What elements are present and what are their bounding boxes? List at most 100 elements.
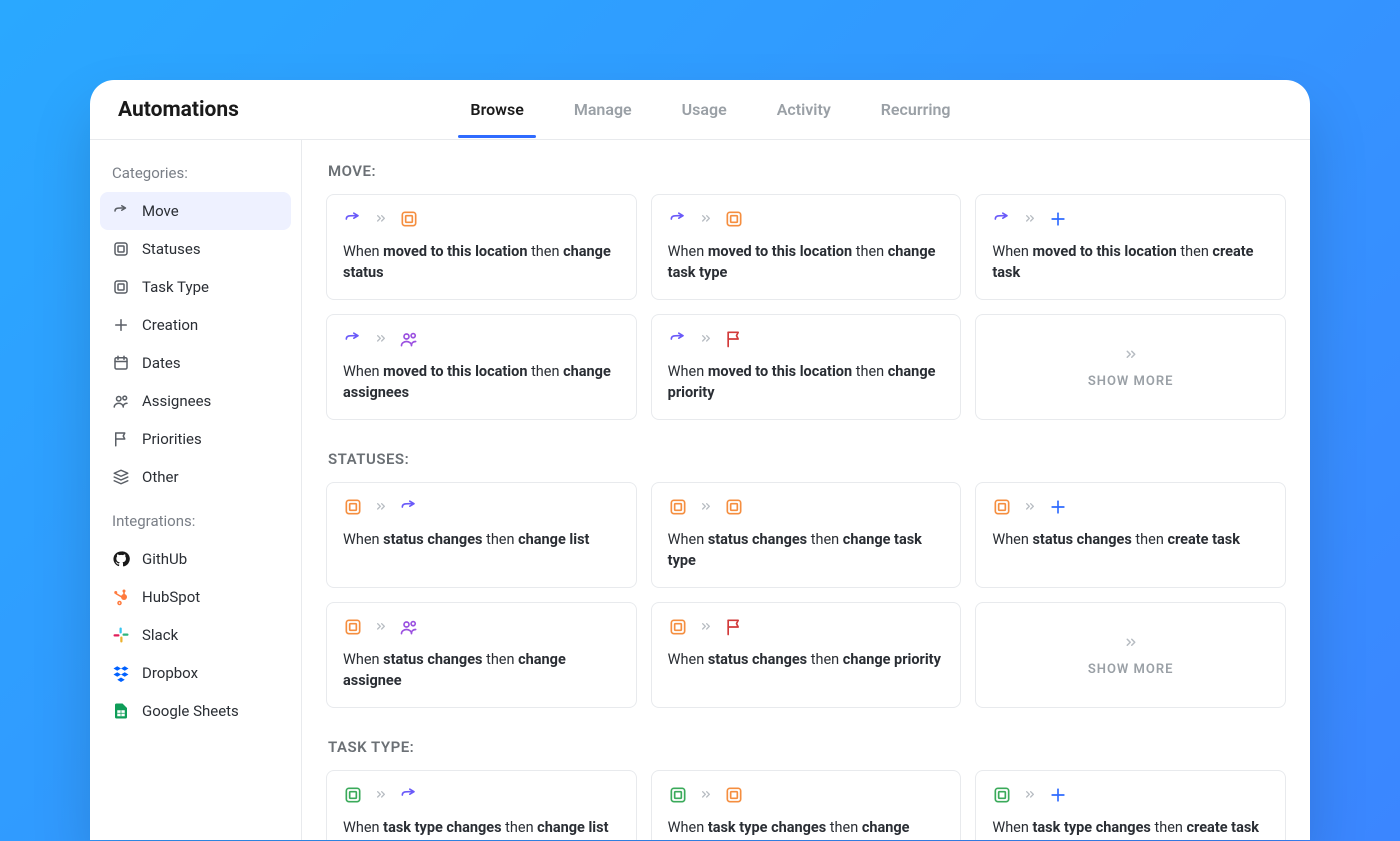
card-grid: When moved to this location then change … — [326, 194, 1286, 420]
sidebar-category-task-type[interactable]: Task Type — [100, 268, 291, 306]
automation-card[interactable]: When moved to this location then change … — [651, 194, 962, 300]
card-icons — [343, 209, 620, 229]
sidebar-category-creation[interactable]: Creation — [100, 306, 291, 344]
sidebar-integration-slack[interactable]: Slack — [100, 616, 291, 654]
sidebar-item-label: Dates — [142, 354, 181, 372]
stack-icon — [112, 468, 130, 486]
body: Categories: MoveStatusesTask TypeCreatio… — [90, 140, 1310, 840]
card-description: When moved to this location then change … — [343, 361, 620, 403]
tab-manage[interactable]: Manage — [570, 82, 636, 137]
sidebar-category-priorities[interactable]: Priorities — [100, 420, 291, 458]
share-icon — [112, 202, 130, 220]
automation-card[interactable]: When moved to this location then change … — [326, 314, 637, 420]
tab-browse[interactable]: Browse — [466, 82, 527, 137]
flag-icon — [112, 430, 130, 448]
sidebar-item-label: Creation — [142, 316, 198, 334]
status-orange-icon — [399, 209, 419, 229]
section-title-tasktype: TASK TYPE: — [328, 738, 1286, 756]
sidebar-item-label: Assignees — [142, 392, 211, 410]
slack-icon — [112, 626, 130, 644]
tab-activity[interactable]: Activity — [773, 82, 835, 137]
tab-usage[interactable]: Usage — [678, 82, 731, 137]
chevrons-icon — [1022, 787, 1038, 803]
automation-card[interactable]: When status changes then create task — [975, 482, 1286, 588]
plus-icon — [112, 316, 130, 334]
show-more-label: SHOW MORE — [1088, 374, 1174, 389]
card-icons — [668, 617, 945, 637]
card-icons — [343, 785, 620, 805]
sidebar-item-label: Other — [142, 468, 179, 486]
automation-card[interactable]: When status changes then change list — [326, 482, 637, 588]
automation-card[interactable]: When task type changes then change — [651, 770, 962, 840]
show-more-button[interactable]: SHOW MORE — [975, 314, 1286, 420]
status-icon — [112, 240, 130, 258]
card-icons — [343, 329, 620, 349]
chevrons-icon — [698, 211, 714, 227]
sidebar-category-dates[interactable]: Dates — [100, 344, 291, 382]
status-green-icon — [668, 785, 688, 805]
titlebar: Automations Browse Manage Usage Activity Rec… — [90, 80, 1310, 140]
sidebar-category-move[interactable]: Move — [100, 192, 291, 230]
automation-card[interactable]: When status changes then change assignee — [326, 602, 637, 708]
sidebar-integration-github[interactable]: GithUb — [100, 540, 291, 578]
card-icons — [343, 497, 620, 517]
card-icons — [343, 617, 620, 637]
sidebar-item-label: Statuses — [142, 240, 201, 258]
automation-card[interactable]: When status changes then change priority — [651, 602, 962, 708]
card-icons — [668, 329, 945, 349]
chevrons-icon — [1122, 634, 1140, 662]
plus-blue-icon — [1048, 785, 1068, 805]
sidebar-category-assignees[interactable]: Assignees — [100, 382, 291, 420]
card-description: When moved to this location then create … — [992, 241, 1269, 283]
automation-card[interactable]: When moved to this location then create … — [975, 194, 1286, 300]
status-orange-icon — [343, 497, 363, 517]
share-purple-icon — [399, 785, 419, 805]
card-description: When status changes then create task — [992, 529, 1269, 550]
card-icons — [668, 785, 945, 805]
sidebar-integration-hubspot[interactable]: HubSpot — [100, 578, 291, 616]
chevrons-icon — [373, 787, 389, 803]
chevrons-icon — [698, 499, 714, 515]
sidebar-integration-google-sheets[interactable]: Google Sheets — [100, 692, 291, 730]
status-orange-icon — [724, 785, 744, 805]
sidebar-category-other[interactable]: Other — [100, 458, 291, 496]
automation-card[interactable]: When moved to this location then change … — [326, 194, 637, 300]
card-grid: When status changes then change list Whe… — [326, 482, 1286, 708]
sidebar-integrations-label: Integrations: — [100, 506, 291, 540]
sidebar-item-label: Move — [142, 202, 179, 220]
show-more-button[interactable]: SHOW MORE — [975, 602, 1286, 708]
share-purple-icon — [668, 329, 688, 349]
status-orange-icon — [668, 497, 688, 517]
chevrons-icon — [698, 331, 714, 347]
sidebar-integration-dropbox[interactable]: Dropbox — [100, 654, 291, 692]
tab-recurring[interactable]: Recurring — [877, 82, 955, 137]
people-purple-icon — [399, 617, 419, 637]
status-orange-icon — [724, 497, 744, 517]
card-description: When status changes then change assignee — [343, 649, 620, 691]
card-description: When status changes then change task typ… — [668, 529, 945, 571]
main-content: MOVE: When moved to this location then c… — [302, 140, 1310, 840]
card-icons — [992, 209, 1269, 229]
chevrons-icon — [373, 619, 389, 635]
sidebar-category-statuses[interactable]: Statuses — [100, 230, 291, 268]
section-title-move: MOVE: — [328, 162, 1286, 180]
chevrons-icon — [1022, 211, 1038, 227]
share-purple-icon — [992, 209, 1012, 229]
people-icon — [112, 392, 130, 410]
page-title: Automations — [118, 98, 239, 122]
chevrons-icon — [373, 211, 389, 227]
card-description: When status changes then change list — [343, 529, 620, 550]
sidebar-item-label: Dropbox — [142, 664, 198, 682]
card-description: When task type changes then change — [668, 817, 945, 838]
sidebar: Categories: MoveStatusesTask TypeCreatio… — [90, 140, 302, 840]
automation-card[interactable]: When task type changes then create task — [975, 770, 1286, 840]
status-orange-icon — [992, 497, 1012, 517]
card-description: When task type changes then create task — [992, 817, 1269, 838]
automation-card[interactable]: When status changes then change task typ… — [651, 482, 962, 588]
sidebar-item-label: Google Sheets — [142, 702, 239, 720]
automation-card[interactable]: When moved to this location then change … — [651, 314, 962, 420]
card-icons — [668, 497, 945, 517]
card-description: When task type changes then change list — [343, 817, 620, 838]
chevrons-icon — [698, 787, 714, 803]
automation-card[interactable]: When task type changes then change list — [326, 770, 637, 840]
